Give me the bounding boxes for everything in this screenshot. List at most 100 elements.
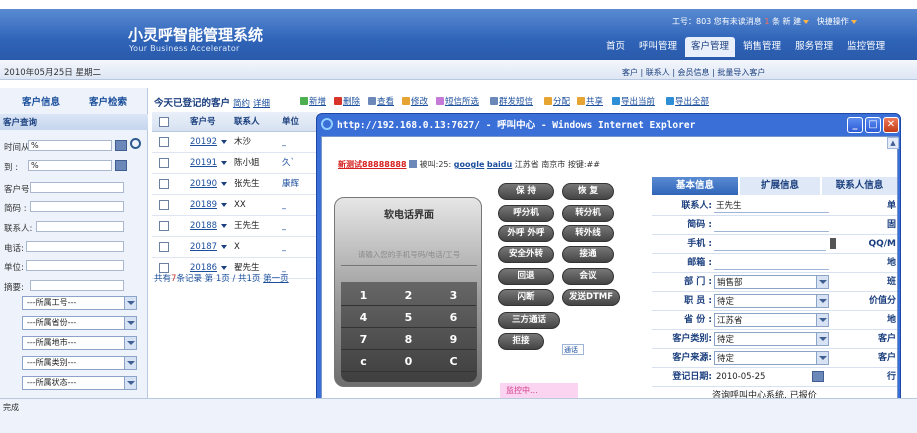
scroll-up-icon[interactable]: ▲ bbox=[887, 137, 899, 149]
short-code-input[interactable] bbox=[30, 201, 124, 212]
tab-customer-info[interactable]: 客户信息 bbox=[22, 94, 60, 109]
link-brief[interactable]: 简约 bbox=[233, 99, 250, 109]
key-7[interactable]: 7 bbox=[341, 330, 386, 350]
delete-button[interactable]: 删除 bbox=[334, 95, 360, 107]
row-checkbox[interactable] bbox=[159, 200, 169, 210]
google-link[interactable]: google bbox=[454, 160, 485, 169]
function-button[interactable]: 接通 bbox=[562, 246, 614, 263]
calendar-icon[interactable] bbox=[115, 160, 127, 171]
province-select[interactable]: 江苏省 bbox=[714, 313, 829, 327]
function-button[interactable]: 转分机 bbox=[562, 205, 614, 222]
chevron-down-icon[interactable] bbox=[221, 140, 227, 144]
key-4[interactable]: 4 bbox=[341, 308, 386, 328]
link-detail[interactable]: 详细 bbox=[253, 99, 270, 109]
function-button[interactable]: 呼分机 bbox=[498, 205, 554, 222]
function-button[interactable]: 会议 bbox=[562, 268, 614, 285]
tab-basic-info[interactable]: 基本信息 bbox=[652, 177, 738, 195]
key-5[interactable]: 5 bbox=[386, 308, 431, 328]
table-row[interactable]: 20190 张先生 康辉 bbox=[152, 174, 318, 195]
share-button[interactable]: 共享 bbox=[577, 95, 603, 107]
function-button[interactable]: 回退 bbox=[498, 268, 554, 285]
category-select[interactable]: 待定 bbox=[714, 332, 829, 346]
company-input[interactable] bbox=[26, 260, 124, 271]
dial-input[interactable]: 请输入您的手机号码/电话/工号 bbox=[341, 244, 477, 266]
new-label[interactable]: 新 bbox=[783, 17, 791, 26]
key-C[interactable]: C bbox=[431, 352, 476, 372]
nav-tab-customer[interactable]: 客户管理 bbox=[685, 37, 736, 57]
row-checkbox[interactable] bbox=[159, 158, 169, 168]
select-category[interactable]: ---所属类别--- bbox=[22, 356, 137, 370]
key-9[interactable]: 9 bbox=[431, 330, 476, 350]
phone-input[interactable] bbox=[26, 241, 124, 252]
quick-actions[interactable]: 快捷操作 bbox=[817, 17, 849, 26]
add-button[interactable]: 新增 bbox=[300, 95, 326, 107]
col-customer-no[interactable]: 客户号 bbox=[190, 112, 216, 132]
nav-tab-sales[interactable]: 销售管理 bbox=[737, 37, 787, 57]
view-button[interactable]: 查看 bbox=[368, 95, 394, 107]
table-row[interactable]: 20187 X _ bbox=[152, 237, 318, 258]
select-status[interactable]: ---所属状态--- bbox=[22, 376, 137, 390]
source-select[interactable]: 待定 bbox=[714, 351, 829, 365]
chevron-down-icon[interactable] bbox=[221, 161, 227, 165]
customer-no-link[interactable]: 20191 bbox=[190, 153, 217, 173]
customer-no-link[interactable]: 20188 bbox=[190, 216, 217, 236]
row-checkbox[interactable] bbox=[159, 242, 169, 252]
summary-input[interactable] bbox=[30, 280, 124, 291]
row-checkbox[interactable] bbox=[159, 221, 169, 231]
nav-tab-service[interactable]: 服务管理 bbox=[789, 37, 839, 57]
dept-select[interactable]: 销售部 bbox=[714, 275, 829, 289]
time-to-input[interactable]: % bbox=[28, 160, 112, 171]
key-2[interactable]: 2 bbox=[386, 286, 431, 306]
function-button[interactable]: 拒接 bbox=[498, 333, 544, 350]
key-0[interactable]: 0 bbox=[386, 352, 431, 372]
function-button[interactable]: 恢 复 bbox=[562, 183, 614, 200]
contact-input[interactable] bbox=[36, 221, 124, 232]
search-icon[interactable] bbox=[130, 138, 141, 149]
function-button[interactable]: 保 持 bbox=[498, 183, 554, 200]
customer-no-link[interactable]: 20187 bbox=[190, 237, 217, 257]
key-c[interactable]: c bbox=[341, 352, 386, 372]
nav-tab-call[interactable]: 呼叫管理 bbox=[633, 37, 683, 57]
select-worker[interactable]: ---所属工号--- bbox=[22, 296, 137, 310]
function-button[interactable]: 闪断 bbox=[498, 289, 554, 306]
tab-extended-info[interactable]: 扩展信息 bbox=[740, 177, 820, 195]
build-label[interactable]: 建 bbox=[793, 17, 801, 26]
table-row[interactable]: 20189 XX _ bbox=[152, 195, 318, 216]
customer-no-link[interactable]: 20189 bbox=[190, 195, 217, 215]
assign-button[interactable]: 分配 bbox=[544, 95, 570, 107]
function-button[interactable]: 安全外转 bbox=[498, 246, 554, 263]
nav-tab-monitor[interactable]: 监控管理 bbox=[841, 37, 891, 57]
sub-nav-links[interactable]: 客户 | 联系人 | 会员信息 | 批量导入客户 bbox=[622, 67, 765, 78]
nav-tab-home[interactable]: 首页 bbox=[600, 37, 631, 57]
table-row[interactable]: 20188 王先生 _ bbox=[152, 216, 318, 237]
customer-no-link[interactable]: 20192 bbox=[190, 132, 217, 152]
monitor-field[interactable]: 通话 bbox=[562, 344, 584, 355]
select-city[interactable]: ---所属地市--- bbox=[22, 336, 137, 350]
minimize-button[interactable]: _ bbox=[847, 117, 863, 133]
tab-customer-search[interactable]: 客户检索 bbox=[89, 94, 127, 109]
maximize-button[interactable]: □ bbox=[865, 117, 881, 133]
caller-number[interactable]: 新测试88888888 bbox=[338, 160, 407, 169]
key-1[interactable]: 1 bbox=[341, 286, 386, 306]
chevron-down-icon[interactable] bbox=[221, 203, 227, 207]
calendar-icon[interactable] bbox=[115, 140, 127, 151]
key-8[interactable]: 8 bbox=[386, 330, 431, 350]
position-select[interactable]: 待定 bbox=[714, 294, 829, 308]
select-province[interactable]: ---所属省份--- bbox=[22, 316, 137, 330]
table-row[interactable]: 20192 木沙 _ bbox=[152, 132, 318, 153]
chevron-down-icon[interactable] bbox=[221, 224, 227, 228]
ie-popup-window[interactable]: http://192.168.0.13:7627/ - 呼叫中心 - Windo… bbox=[316, 113, 901, 413]
col-contact[interactable]: 联系人 bbox=[234, 112, 260, 132]
edit-button[interactable]: 修改 bbox=[402, 95, 428, 107]
table-row[interactable]: 20191 陈小姐 久` bbox=[152, 153, 318, 174]
copy-icon[interactable] bbox=[409, 160, 418, 168]
customer-no-link[interactable]: 20190 bbox=[190, 174, 217, 194]
customer-no-input[interactable] bbox=[30, 182, 124, 193]
close-button[interactable]: ✕ bbox=[883, 117, 899, 133]
function-button[interactable]: 三方通话 bbox=[498, 312, 560, 329]
tab-contact-info[interactable]: 联系人信息 bbox=[822, 177, 897, 195]
select-all-checkbox[interactable] bbox=[159, 117, 169, 127]
short_code-input[interactable] bbox=[714, 218, 829, 232]
first-page-link[interactable]: 第一页 bbox=[263, 274, 289, 284]
col-unit[interactable]: 单位 bbox=[282, 112, 299, 132]
